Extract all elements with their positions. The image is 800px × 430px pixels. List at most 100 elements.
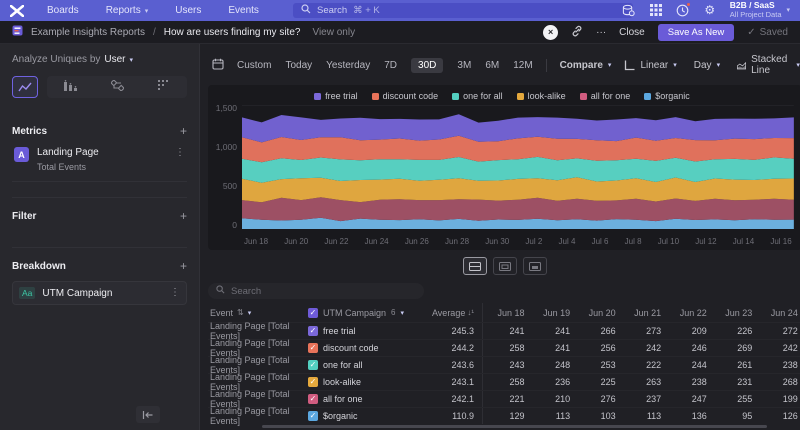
range-6m[interactable]: 6M	[485, 60, 499, 71]
table-row[interactable]: Landing Page [Total Events]✓discount cod…	[208, 339, 800, 356]
layout-rows-button[interactable]	[463, 257, 487, 275]
table-row[interactable]: Landing Page [Total Events]✓one for all2…	[208, 356, 800, 373]
row-cell-value: 244	[665, 360, 711, 370]
main-nav: Boards Reports▾ Users Events	[47, 5, 259, 16]
settings-gear-icon[interactable]: ⚙	[703, 3, 717, 17]
metrics-title: Metrics	[12, 126, 47, 137]
table-row[interactable]: Landing Page [Total Events]✓free trial24…	[208, 322, 800, 339]
layout-compact-button[interactable]	[523, 257, 547, 275]
breakdown-item-utm-campaign[interactable]: Aa UTM Campaign ⋮	[12, 281, 187, 305]
tab-insights-selected[interactable]	[12, 76, 38, 98]
avatar[interactable]: ×	[543, 25, 558, 40]
project-scope: All Project Data	[730, 11, 782, 20]
breadcrumb-board-name[interactable]: Example Insights Reports	[31, 27, 145, 38]
x-tick-label: Jul 12	[695, 237, 716, 246]
table-row[interactable]: Landing Page [Total Events]✓$organic110.…	[208, 407, 800, 424]
tab-funnels[interactable]	[64, 78, 77, 96]
row-series-name: all for one	[323, 394, 363, 404]
nav-boards[interactable]: Boards	[47, 5, 79, 16]
table-row[interactable]: Landing Page [Total Events]✓all for one2…	[208, 390, 800, 407]
table-search-placeholder: Search	[231, 286, 261, 297]
tab-retention[interactable]	[158, 78, 170, 96]
average-column-header[interactable]: Average↓¹	[420, 308, 474, 318]
series-checkbox[interactable]: ✓	[308, 411, 318, 421]
range-custom[interactable]: Custom	[237, 60, 271, 71]
date-column-header[interactable]: Jun 19	[529, 308, 575, 318]
string-type-badge: Aa	[19, 287, 35, 299]
campaign-column-header[interactable]: ✓ UTM Campaign 6 ▾	[308, 308, 420, 318]
event-column-header[interactable]: Event⇅▾	[208, 308, 308, 318]
legend-item[interactable]: look-alike	[517, 91, 566, 101]
metric-subtitle[interactable]: Total Events	[37, 162, 99, 172]
data-management-icon[interactable]	[622, 3, 636, 17]
range-3m[interactable]: 3M	[457, 60, 471, 71]
date-column-header[interactable]: Jun 20	[574, 308, 620, 318]
range-today[interactable]: Today	[285, 60, 312, 71]
chart-type-dropdown[interactable]: Stacked Line▾	[737, 54, 800, 76]
save-as-new-button[interactable]: Save As New	[658, 24, 735, 41]
legend-label: free trial	[325, 91, 358, 101]
select-all-checkbox[interactable]: ✓	[308, 308, 318, 318]
legend-item[interactable]: all for one	[580, 91, 631, 101]
date-column-header[interactable]: Jun 21	[620, 308, 666, 318]
layout-columns-button[interactable]	[493, 257, 517, 275]
series-checkbox[interactable]: ✓	[308, 343, 318, 353]
row-cell-value: 226	[711, 326, 757, 336]
calendar-icon[interactable]	[212, 58, 224, 73]
activity-notifications-icon[interactable]	[676, 3, 690, 17]
analyze-selector[interactable]: Analyze Uniques by User ▾	[12, 54, 187, 65]
tab-flows[interactable]	[111, 78, 124, 96]
x-tick-label: Jun 30	[485, 237, 509, 246]
series-checkbox[interactable]: ✓	[308, 394, 318, 404]
granularity-dropdown[interactable]: Day▾	[694, 60, 720, 71]
mixpanel-logo-icon[interactable]	[10, 4, 25, 17]
range-yesterday[interactable]: Yesterday	[326, 60, 370, 71]
legend-item[interactable]: one for all	[452, 91, 503, 101]
breadcrumb-report-title[interactable]: How are users finding my site?	[164, 27, 301, 38]
share-link-icon[interactable]	[571, 25, 583, 40]
global-search-input[interactable]: Search ⌘ + K	[293, 3, 633, 18]
series-checkbox[interactable]: ✓	[308, 377, 318, 387]
date-column-header[interactable]: Jun 22	[665, 308, 711, 318]
nav-users[interactable]: Users	[175, 5, 201, 16]
area-series-all-for-one[interactable]	[242, 197, 794, 221]
metric-menu-icon[interactable]: ⋮	[175, 147, 185, 158]
legend-item[interactable]: $organic	[644, 91, 690, 101]
table-search-input[interactable]: Search	[208, 283, 424, 299]
date-column-header[interactable]: Jun 23	[711, 308, 757, 318]
legend-label: look-alike	[528, 91, 566, 101]
row-cell-value: 241	[529, 343, 575, 353]
more-options-button[interactable]: ···	[596, 27, 606, 38]
x-tick-label: Jun 28	[445, 237, 469, 246]
series-checkbox[interactable]: ✓	[308, 326, 318, 336]
table-row[interactable]: Landing Page [Total Events]✓look-alike24…	[208, 373, 800, 390]
range-12m[interactable]: 12M	[513, 60, 532, 71]
scale-dropdown[interactable]: Linear▾	[624, 60, 676, 71]
add-breakdown-button[interactable]: +	[180, 259, 187, 273]
close-button[interactable]: Close	[619, 27, 645, 38]
horizontal-scrollbar[interactable]	[262, 425, 767, 428]
row-cell-value: 246	[665, 343, 711, 353]
date-column-header[interactable]: Jun 18	[483, 308, 529, 318]
compare-dropdown[interactable]: Compare▾	[560, 60, 612, 71]
legend-item[interactable]: discount code	[372, 91, 439, 101]
apps-grid-icon[interactable]	[649, 3, 663, 17]
row-average-value: 242.1	[420, 394, 474, 404]
nav-reports[interactable]: Reports▾	[106, 5, 149, 16]
table-layout-toggles	[208, 257, 800, 275]
breakdown-menu-icon[interactable]: ⋮	[170, 287, 180, 298]
collapse-sidebar-button[interactable]	[136, 406, 160, 423]
date-column-header[interactable]: Jun 24	[756, 308, 800, 318]
range-30d[interactable]: 30D	[411, 58, 443, 73]
add-metric-button[interactable]: +	[180, 124, 187, 138]
project-selector[interactable]: B2B / SaaS All Project Data ▾	[730, 1, 790, 19]
y-tick-label: 500	[210, 183, 237, 190]
metric-item-landing-page[interactable]: A Landing Page Total Events ⋮	[12, 145, 187, 182]
add-filter-button[interactable]: +	[180, 209, 187, 223]
legend-item[interactable]: free trial	[314, 91, 358, 101]
stacked-area-chart[interactable]	[242, 105, 794, 234]
nav-events[interactable]: Events	[228, 5, 259, 16]
range-7d[interactable]: 7D	[384, 60, 397, 71]
series-checkbox[interactable]: ✓	[308, 360, 318, 370]
notification-dot	[686, 2, 691, 7]
